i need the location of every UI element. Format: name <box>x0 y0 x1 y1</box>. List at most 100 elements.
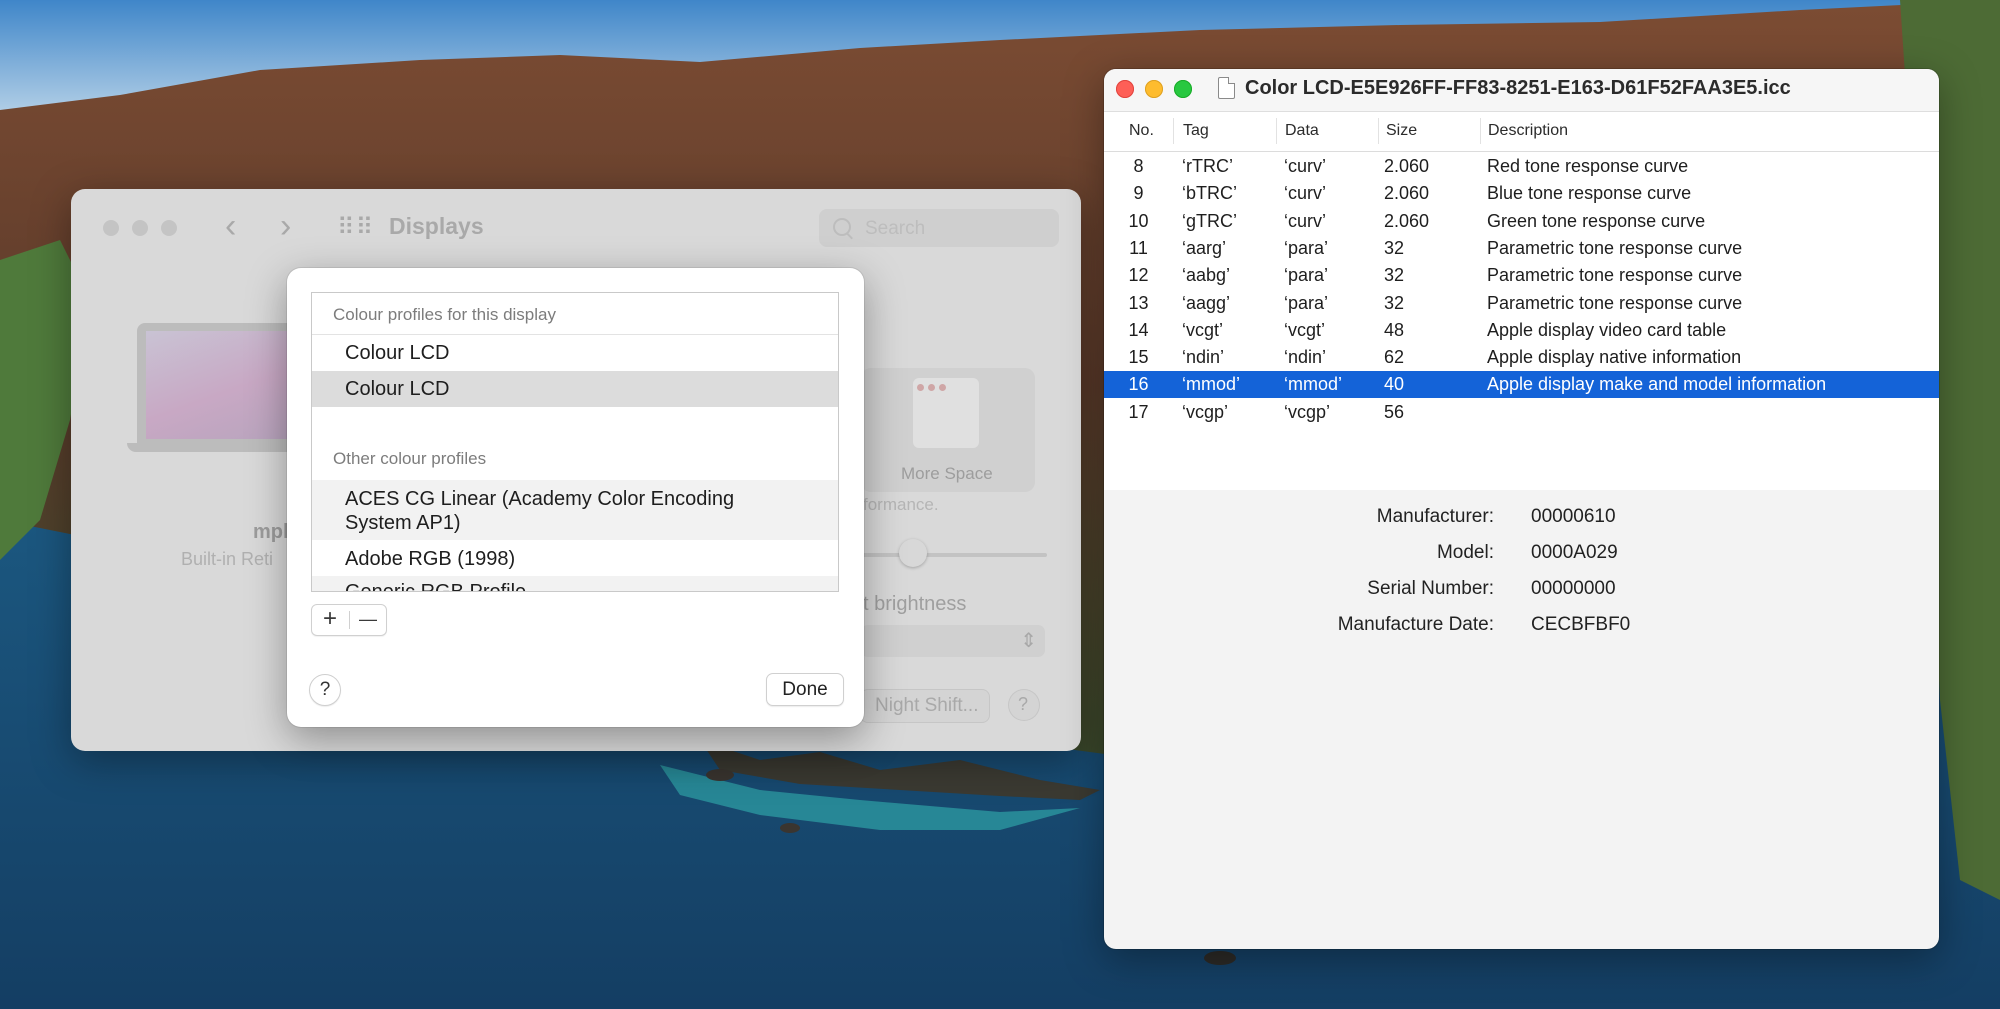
list-item[interactable]: Adobe RGB (1998) <box>312 540 838 576</box>
table-cell-tag: ‘rTRC’ <box>1182 156 1233 176</box>
table-cell-desc: Apple display native information <box>1487 347 1742 368</box>
table-cell-data: ‘vcgp’ <box>1284 401 1331 422</box>
preset-popup[interactable] <box>861 625 1045 657</box>
zoom-button-dimmed[interactable] <box>161 220 177 236</box>
night-shift-button[interactable]: Night Shift... <box>861 690 989 722</box>
help-label-dimmed: ? <box>1018 694 1029 714</box>
table-cell-size: 40 <box>1384 374 1405 395</box>
table-cell-no: 11 <box>1129 237 1148 258</box>
table-cell-no: 10 <box>1128 210 1149 231</box>
table-row[interactable]: 17 ‘vcgp’ ‘vcgp’ 56 <box>1104 399 1939 426</box>
table-cell-tag: ‘vcgt’ <box>1182 319 1224 340</box>
section-header-this-display: Colour profiles for this display <box>333 305 556 324</box>
table-cell-desc: Blue tone response curve <box>1487 183 1692 204</box>
add-remove-control: + — <box>311 604 387 636</box>
zoom-button[interactable] <box>1174 80 1192 98</box>
table-cell-tag: ‘mmod’ <box>1182 374 1241 395</box>
detail-value: CECBFBF0 <box>1531 614 1631 635</box>
table-cell-desc: Parametric tone response curve <box>1487 237 1743 258</box>
column-header-tag[interactable]: Tag <box>1183 122 1209 140</box>
table-row-selected[interactable]: 16 ‘mmod’ ‘mmod’ 40 Apple display make and m… <box>1104 371 1939 399</box>
table-cell-tag: ‘ndin’ <box>1182 347 1225 368</box>
list-item[interactable]: Colour LCD <box>312 335 838 371</box>
column-header-data[interactable]: Data <box>1285 122 1319 140</box>
resolution-slider-track[interactable] <box>861 553 1047 557</box>
list-item-label: Colour LCD <box>345 342 450 364</box>
detail-row: Model: 0000A029 <box>1104 542 1939 572</box>
more-space-option[interactable]: More Space <box>861 368 1035 492</box>
table-cell-tag: ‘aabg’ <box>1182 265 1231 286</box>
table-cell-size: 2.060 <box>1384 210 1430 231</box>
table-cell-data: ‘curv’ <box>1284 183 1327 204</box>
table-row[interactable]: 10 ‘gTRC’ ‘curv’ 2.060 Green tone response c… <box>1104 208 1939 235</box>
list-item-label: ACES CG Linear (Academy Color Encoding S… <box>345 488 735 534</box>
list-item-selected[interactable]: Colour LCD <box>312 371 838 407</box>
window-title: Color LCD-E5E926FF-FF83-8251-E163-D61F52… <box>1245 77 1791 99</box>
resolution-slider-knob[interactable] <box>899 539 927 567</box>
close-button-dimmed[interactable] <box>103 220 119 236</box>
table-cell-data: ‘vcgt’ <box>1284 319 1326 340</box>
column-header-description[interactable]: Description <box>1488 122 1568 140</box>
displays-titlebar: ‹ › ⠿⠿ Displays Search <box>71 189 1081 267</box>
table-cell-data: ‘para’ <box>1284 265 1329 286</box>
column-divider <box>1378 118 1379 144</box>
table-cell-desc: Red tone response curve <box>1487 156 1689 176</box>
remove-profile-button[interactable]: — <box>350 605 386 635</box>
list-item[interactable]: ACES CG Linear (Academy Color Encoding S… <box>312 480 838 540</box>
table-cell-no: 15 <box>1128 347 1149 368</box>
minimize-button[interactable] <box>1145 80 1163 98</box>
grid-icon[interactable]: ⠿⠿ <box>337 213 374 242</box>
detail-value: 00000610 <box>1531 506 1616 527</box>
table-cell-tag: ‘bTRC’ <box>1182 183 1238 204</box>
column-divider <box>1276 118 1277 144</box>
add-profile-button[interactable]: + <box>312 605 348 635</box>
help-button-dimmed[interactable]: ? <box>1009 690 1039 720</box>
table-row[interactable]: 11 ‘aarg’ ‘para’ 32 Parametric tone response… <box>1104 235 1939 262</box>
table-row[interactable]: 15 ‘ndin’ ‘ndin’ 62 Apple display native inf… <box>1104 344 1939 371</box>
column-divider <box>1173 118 1174 144</box>
detail-label: Manufacture Date: <box>1337 614 1494 635</box>
table-cell-tag: ‘vcgp’ <box>1182 401 1229 422</box>
table-row[interactable]: 9 ‘bTRC’ ‘curv’ 2.060 Blue tone response cur… <box>1104 180 1939 207</box>
section-header-other: Other colour profiles <box>333 449 487 468</box>
table-cell-data: ‘curv’ <box>1284 156 1327 176</box>
table-cell-no: 14 <box>1128 319 1149 340</box>
table-cell-data: ‘para’ <box>1284 292 1329 313</box>
table-cell-tag: ‘aarg’ <box>1182 237 1227 258</box>
table-cell-no: 9 <box>1133 183 1144 204</box>
list-item[interactable]: Generic RGB Profile <box>312 576 838 591</box>
table-row[interactable]: 8 ‘rTRC’ ‘curv’ 2.060 Red tone response curv… <box>1104 153 1939 180</box>
table-cell-size: 2.060 <box>1384 183 1430 204</box>
help-button[interactable]: ? <box>309 674 341 706</box>
search-placeholder: Search <box>865 218 926 239</box>
table-header: No. Tag Data Size Description <box>1104 112 1939 152</box>
done-button[interactable]: Done <box>766 673 844 706</box>
table-cell-size: 2.060 <box>1384 156 1430 176</box>
table-row[interactable]: 14 ‘vcgt’ ‘vcgt’ 48 Apple display video card… <box>1104 317 1939 344</box>
column-header-size[interactable]: Size <box>1386 122 1417 140</box>
close-button[interactable] <box>1116 80 1134 98</box>
detail-value: 00000000 <box>1531 578 1616 599</box>
back-chevron-icon[interactable]: ‹ <box>225 207 236 246</box>
table-cell-desc: Parametric tone response curve <box>1487 292 1743 313</box>
tag-table[interactable]: No. Tag Data Size Description 8 ‘rTRC’ ‘cu… <box>1104 112 1939 490</box>
forward-chevron-icon[interactable]: › <box>280 207 291 246</box>
table-cell-desc: Green tone response curve <box>1487 210 1706 231</box>
detail-label: Serial Number: <box>1367 578 1494 599</box>
display-subtitle: Built-in Reti <box>181 549 274 569</box>
colour-profile-list[interactable]: Colour profiles for this display Colour … <box>311 292 839 592</box>
window-title: Displays <box>389 213 484 239</box>
table-cell-desc: Apple display video card table <box>1487 319 1727 340</box>
table-cell-data: ‘para’ <box>1284 237 1329 258</box>
more-space-label: More Space <box>901 464 993 483</box>
minimize-button-dimmed[interactable] <box>132 220 148 236</box>
table-row[interactable]: 12 ‘aabg’ ‘para’ 32 Parametric tone response… <box>1104 262 1939 289</box>
detail-row: Manufacture Date: CECBFBF0 <box>1104 614 1939 644</box>
search-field[interactable]: Search <box>819 209 1059 247</box>
table-cell-size: 32 <box>1384 237 1405 258</box>
table-cell-tag: ‘gTRC’ <box>1182 210 1238 231</box>
table-row[interactable]: 13 ‘aagg’ ‘para’ 32 Parametric tone response… <box>1104 290 1939 317</box>
icc-titlebar: Color LCD-E5E926FF-FF83-8251-E163-D61F52… <box>1104 69 1939 112</box>
colour-profile-sheet: Colour profiles for this display Colour … <box>287 268 864 727</box>
column-header-no[interactable]: No. <box>1129 122 1154 140</box>
